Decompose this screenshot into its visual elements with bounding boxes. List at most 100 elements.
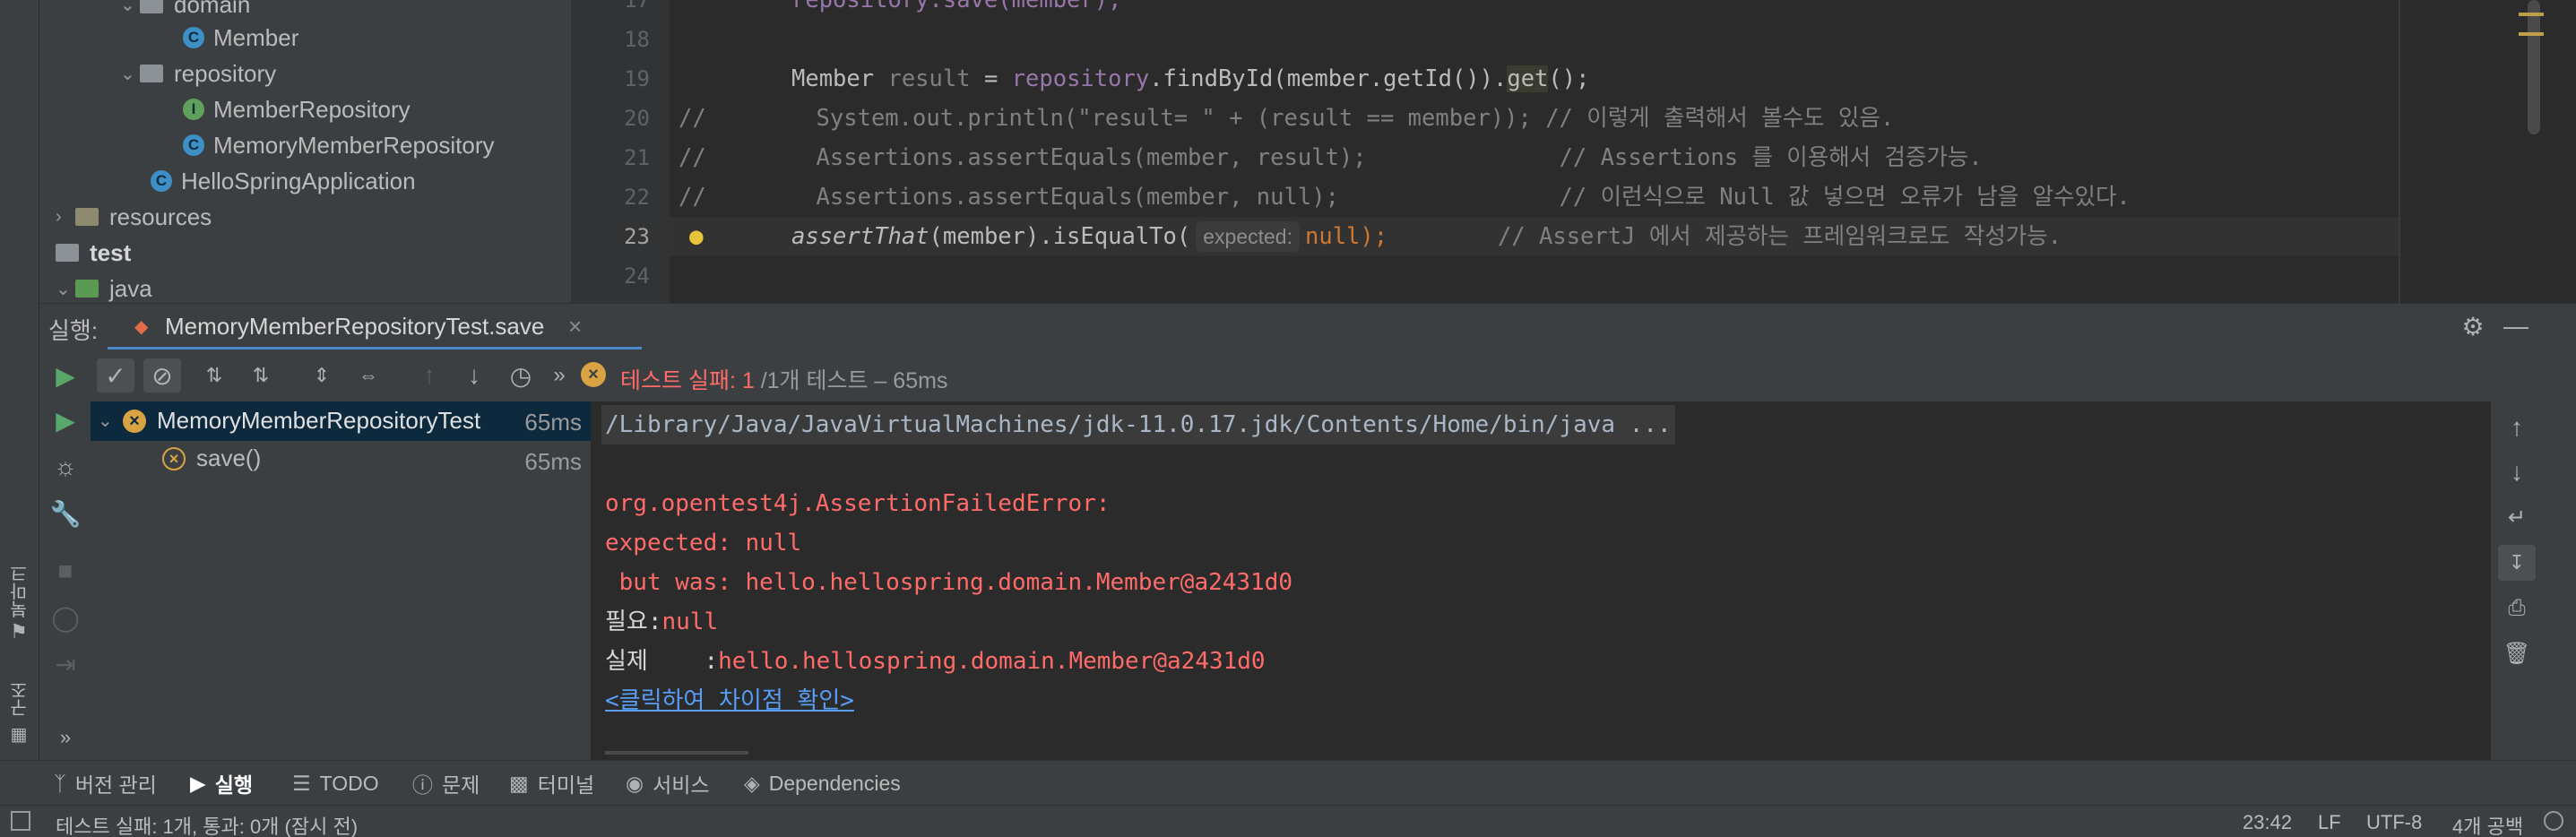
diff-link[interactable]: <클릭하여 차이점 확인> (605, 681, 854, 721)
code-text: Assertions.assertEquals(member, null); /… (705, 184, 2131, 211)
tree-item-label: repository (174, 59, 277, 87)
line-number: 21 (624, 145, 650, 170)
tree-item-test[interactable]: test (56, 235, 131, 271)
line-separator[interactable]: LF (2318, 811, 2341, 834)
console-hscroll[interactable] (605, 751, 748, 755)
test-suite-label: MemoryMemberRepositoryTest (157, 407, 481, 434)
code-text: System.out.println("result= " + (result … (705, 105, 1895, 132)
test-duration: 65ms (524, 409, 582, 436)
gear-icon[interactable]: ⚙ (2458, 311, 2488, 341)
play-icon: ▶ (190, 771, 206, 795)
test-duration: 65ms (524, 448, 582, 475)
line-number: 20 (624, 106, 650, 131)
editor-scrollbar[interactable] (2528, 0, 2540, 134)
project-tree: ⌄ domain C Member ⌄ repository I MemberRepos… (39, 0, 571, 303)
camera-icon[interactable]: ◯ (50, 602, 81, 633)
lock-icon[interactable] (2544, 811, 2563, 831)
lightbulb-icon[interactable]: ● (689, 224, 709, 249)
soft-wrap-icon[interactable]: ↵ (2502, 502, 2532, 532)
tab-version-control[interactable]: ᛉ 버전 관리 (54, 761, 157, 806)
console-output[interactable]: /Library/Java/JavaVirtualMachines/jdk-11… (591, 401, 2491, 760)
close-tab-icon[interactable]: × (568, 313, 582, 341)
run-toolbar: ▶ ✓ ⊘ ⇅ ⇅ ⇕ ⇔ ↑ ↓ ◷ » × 테스트 실패: 1 /1개 테스… (39, 349, 2576, 401)
code-text: get (1507, 65, 1549, 92)
structure-tab[interactable]: 구조 (7, 681, 33, 717)
debug-icon[interactable]: ☼ (50, 452, 81, 482)
tree-item-java[interactable]: ⌄ java (56, 271, 152, 306)
tab-todo[interactable]: ☰ TODO (292, 761, 379, 806)
tree-item-member[interactable]: C Member (183, 20, 298, 56)
tab-services[interactable]: ◉ 서비스 (626, 761, 710, 806)
test-config-icon: ◆ (134, 317, 149, 337)
editor-inspection-marker[interactable] (2519, 13, 2544, 16)
collapse-all-icon[interactable]: ⇔ (353, 360, 384, 391)
chevron-right-icon[interactable]: › (56, 207, 75, 228)
show-passed-icon[interactable]: ✓ (97, 358, 134, 393)
file-encoding[interactable]: UTF-8 (2366, 811, 2422, 834)
info-icon: ⓘ (412, 773, 433, 797)
expand-all-icon[interactable]: ⇕ (307, 360, 337, 391)
bottom-tool-tabs: ᛉ 버전 관리 ▶ 실행 ☰ TODO ⓘ 문제 ▩ 터미널 ◉ 서비스 ◈ Dependen… (0, 760, 2576, 805)
console-expected: expected: null (605, 530, 802, 557)
tree-item-member-repository[interactable]: I MemberRepository (183, 91, 411, 127)
tree-item-memory-member-repository[interactable]: C MemoryMemberRepository (183, 127, 495, 163)
code-editor[interactable]: repository.save(member); Member result =… (670, 0, 2576, 303)
down-arrow-icon[interactable]: ↓ (2502, 457, 2532, 488)
more-icon[interactable]: » (549, 360, 570, 391)
minimize-icon[interactable]: — (2501, 311, 2531, 341)
next-failed-icon[interactable]: ↓ (459, 360, 489, 391)
code-text: // (679, 105, 706, 132)
caret-position[interactable]: 23:42 (2243, 811, 2292, 834)
code-text: ); (1360, 223, 1388, 250)
tree-item-repository[interactable]: ⌄ repository (120, 56, 276, 91)
tab-run[interactable]: ▶ 실행 (190, 761, 253, 806)
console-side-toolbar: ↑ ↓ ↵ ↧ ⎙ 🗑 (2491, 401, 2576, 760)
trash-icon[interactable]: 🗑 (2502, 638, 2532, 669)
run-tab-title[interactable]: MemoryMemberRepositoryTest.save (165, 313, 544, 341)
chevron-down-icon[interactable]: ⌄ (120, 63, 140, 85)
layout-toggle-icon[interactable] (11, 811, 30, 831)
tab-label: 버전 관리 (74, 773, 157, 797)
sort-duration-icon[interactable]: ⇅ (246, 360, 276, 391)
stop-icon[interactable]: ■ (50, 556, 81, 586)
class-icon: C (183, 27, 204, 48)
code-text: result (887, 65, 971, 92)
indent-setting[interactable]: 4개 공백 (2452, 811, 2523, 837)
editor-inspection-marker[interactable] (2519, 32, 2544, 36)
test-suite-row[interactable]: ⌄ × MemoryMemberRepositoryTest (98, 407, 480, 435)
test-status-summary: 테스트 실패: 1 /1개 테스트 – 65ms (620, 363, 947, 395)
services-icon: ◉ (626, 771, 644, 795)
rerun-failed-icon[interactable]: ▶ (50, 405, 81, 436)
scroll-to-end-icon[interactable]: ↧ (2498, 545, 2536, 581)
test-case-row[interactable]: × save() (162, 444, 261, 472)
chevron-down-icon[interactable]: ⌄ (120, 0, 140, 16)
folder-icon (56, 244, 79, 262)
history-icon[interactable]: ◷ (506, 360, 536, 391)
tree-item-hello-spring-application[interactable]: C HelloSpringApplication (151, 163, 416, 199)
tab-problems[interactable]: ⓘ 문제 (412, 761, 480, 806)
up-arrow-icon[interactable]: ↑ (2502, 412, 2532, 443)
sort-alpha-icon[interactable]: ⇅ (199, 360, 229, 391)
structure-icon[interactable]: ▦ (7, 722, 30, 746)
tab-terminal[interactable]: ▩ 터미널 (509, 761, 594, 806)
show-ignored-icon[interactable]: ⊘ (143, 358, 181, 393)
test-case-label: save() (196, 444, 262, 471)
tab-dependencies[interactable]: ◈ Dependencies (744, 761, 901, 806)
chevron-down-icon[interactable]: ⌄ (98, 410, 117, 432)
wrench-icon[interactable]: 🔧 (50, 498, 82, 529)
code-text: (); (1548, 65, 1590, 92)
exit-icon[interactable]: ⇥ (50, 649, 81, 679)
more-icon[interactable]: » (50, 722, 81, 753)
print-icon[interactable]: ⎙ (2502, 593, 2532, 624)
package-icon (140, 0, 163, 13)
bookmarks-tab[interactable]: 북마크 (7, 565, 33, 618)
tab-label: 실행 (214, 773, 254, 797)
tree-item-resources[interactable]: › resources (56, 199, 212, 235)
line-number: 24 (624, 263, 650, 289)
chevron-down-icon[interactable]: ⌄ (56, 278, 75, 300)
rerun-icon[interactable]: ▶ (50, 360, 81, 391)
prev-failed-icon[interactable]: ↑ (414, 360, 445, 391)
code-text: // (679, 184, 706, 211)
status-message[interactable]: 테스트 실패: 1개, 통과: 0개 (잠시 전) (56, 811, 358, 837)
bookmark-icon[interactable]: ⚑ (7, 620, 30, 643)
